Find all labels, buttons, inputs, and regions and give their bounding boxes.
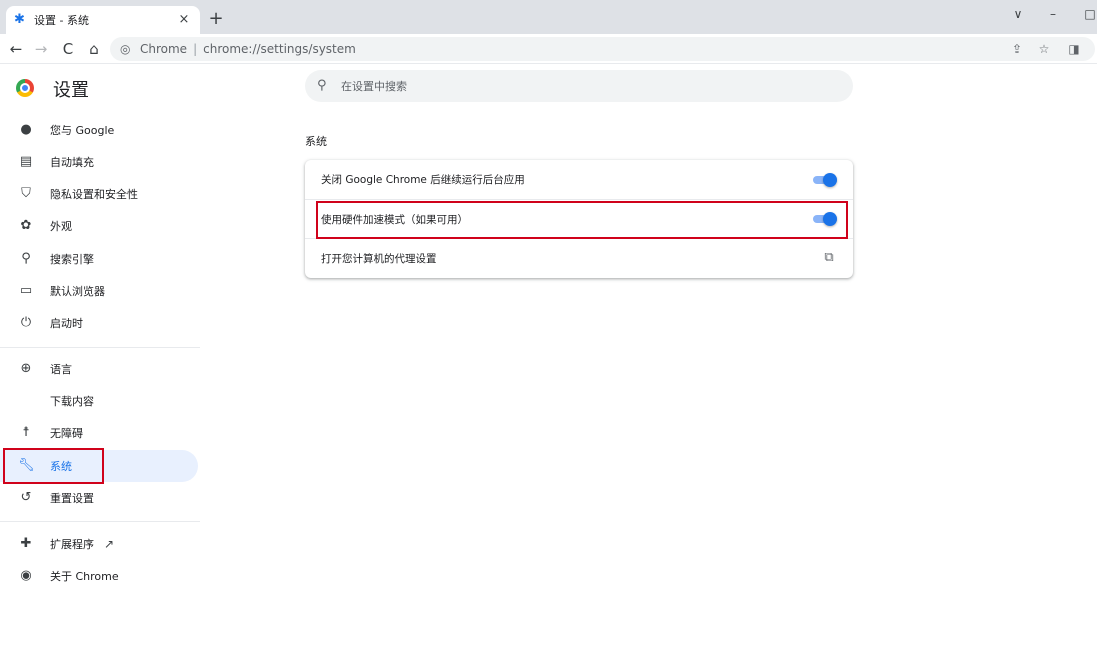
sidebar-item-extensions[interactable]: ✚ 扩展程序 ↗ <box>0 528 198 560</box>
globe-icon: ⊕ <box>20 361 32 376</box>
person-icon: ● <box>20 122 32 137</box>
sidebar-item-default-browser[interactable]: ▭ 默认浏览器 <box>0 275 198 307</box>
sidebar-divider <box>0 521 200 522</box>
sidebar-item-label: 搜索引擎 <box>50 253 94 266</box>
bookmark-star-icon[interactable]: ☆ <box>1033 37 1055 61</box>
row-label: 打开您计算机的代理设置 <box>321 252 437 265</box>
browser-icon: ▭ <box>19 283 33 298</box>
sidebar-item-label: 启动时 <box>50 317 83 330</box>
search-icon: ⚲ <box>317 78 327 93</box>
sidebar-item-autofill[interactable]: ▤ 自动填充 <box>0 146 198 178</box>
sidebar-item-appearance[interactable]: ✿ 外观 <box>0 210 198 242</box>
tab-settings-system[interactable]: ✱ 设置 - 系统 × <box>6 6 200 34</box>
sidebar-item-you-and-google[interactable]: ● 您与 Google <box>0 114 198 146</box>
search-input[interactable] <box>341 79 821 93</box>
side-panel-icon[interactable]: ◨ <box>1063 37 1085 61</box>
sidebar-item-label: 下载内容 <box>50 395 94 408</box>
sidebar-item-label: 外观 <box>50 220 72 233</box>
sidebar-item-languages[interactable]: ⊕ 语言 <box>0 353 198 385</box>
sidebar-item-label: 语言 <box>50 363 72 376</box>
close-icon[interactable]: × <box>176 12 192 28</box>
sidebar-item-label: 自动填充 <box>50 156 94 169</box>
reload-button[interactable]: C <box>58 39 78 59</box>
sidebar-item-label: 默认浏览器 <box>50 285 105 298</box>
wrench-icon: 🔧︎ <box>18 458 35 473</box>
chevron-down-icon[interactable]: ∨ <box>1003 4 1033 24</box>
back-button[interactable]: ← <box>6 39 26 59</box>
sidebar-item-about-chrome[interactable]: ◉ 关于 Chrome <box>0 560 198 592</box>
row-label: 使用硬件加速模式（如果可用） <box>321 213 468 226</box>
new-tab-button[interactable]: + <box>206 9 226 29</box>
sidebar-item-downloads[interactable]: 下载内容 <box>0 385 198 417</box>
sidebar-item-label: 扩展程序 <box>50 538 94 551</box>
sidebar-item-label: 关于 Chrome <box>50 570 119 583</box>
sidebar-item-label: 您与 Google <box>50 124 115 137</box>
section-title: 系统 <box>305 135 327 148</box>
sidebar-item-privacy[interactable]: ⛉ 隐私设置和安全性 <box>0 178 198 210</box>
settings-search[interactable]: ⚲ <box>305 70 853 102</box>
sidebar-item-search-engine[interactable]: ⚲ 搜索引擎 <box>0 243 198 275</box>
sidebar-item-reset[interactable]: ↺ 重置设置 <box>0 482 198 514</box>
open-in-new-icon: ↗ <box>104 537 115 551</box>
system-settings-card: 关闭 Google Chrome 后继续运行后台应用 使用硬件加速模式（如果可用… <box>305 160 853 278</box>
clipboard-icon: ▤ <box>19 154 33 169</box>
row-label: 关闭 Google Chrome 后继续运行后台应用 <box>321 174 525 186</box>
home-button[interactable]: ⌂ <box>84 39 104 59</box>
minimize-button[interactable]: – <box>1038 4 1068 24</box>
puzzle-icon: ✚ <box>20 536 32 551</box>
sidebar-item-label: 无障碍 <box>50 427 83 440</box>
address-bar[interactable]: ◎ Chrome | chrome://settings/system ⇪ ☆ … <box>110 37 1095 61</box>
chrome-icon: ◎ <box>120 42 131 56</box>
chrome-logo <box>16 79 34 97</box>
palette-icon: ✿ <box>20 218 32 233</box>
power-icon: ⏻ <box>20 315 32 330</box>
sidebar-item-label: 隐私设置和安全性 <box>50 188 138 201</box>
accessibility-icon: ☨ <box>22 425 30 440</box>
background-apps-toggle[interactable] <box>813 172 837 187</box>
search-icon: ⚲ <box>21 251 31 266</box>
toggle-knob <box>823 212 837 226</box>
background-apps-row[interactable]: 关闭 Google Chrome 后继续运行后台应用 <box>305 160 853 199</box>
sidebar-item-label: 系统 <box>50 460 72 473</box>
hardware-acceleration-row[interactable]: 使用硬件加速模式（如果可用） <box>305 199 853 238</box>
tab-title: 设置 - 系统 <box>34 14 89 27</box>
proxy-settings-row[interactable]: 打开您计算机的代理设置 ⧉ <box>305 238 853 277</box>
omnibox-separator: | <box>193 42 198 56</box>
tab-strip: ✱ 设置 - 系统 × + ∨ – □ <box>0 0 1097 34</box>
gear-icon: ✱ <box>14 12 25 27</box>
sidebar-item-label: 重置设置 <box>50 492 94 505</box>
maximize-button[interactable]: □ <box>1075 4 1097 24</box>
toggle-knob <box>823 172 837 187</box>
forward-button[interactable]: → <box>31 39 51 59</box>
download-icon <box>18 393 34 409</box>
sidebar-item-on-startup[interactable]: ⏻ 启动时 <box>0 307 198 339</box>
toolbar: ← → C ⌂ ◎ Chrome | chrome://settings/sys… <box>0 34 1097 64</box>
omnibox-origin: Chrome <box>140 42 188 56</box>
launch-icon[interactable]: ⧉ <box>821 250 837 266</box>
history-icon: ↺ <box>20 490 32 505</box>
share-icon[interactable]: ⇪ <box>1006 37 1028 61</box>
hardware-acceleration-toggle[interactable] <box>813 212 837 226</box>
sidebar-item-system[interactable]: 🔧︎ 系统 <box>0 450 198 482</box>
shield-icon: ⛉ <box>21 186 31 201</box>
omnibox-url[interactable]: chrome://settings/system <box>203 42 356 56</box>
chrome-icon: ◉ <box>20 568 32 583</box>
sidebar-item-accessibility[interactable]: ☨ 无障碍 <box>0 417 198 449</box>
sidebar-divider <box>0 347 200 348</box>
page-title: 设置 <box>53 80 89 101</box>
